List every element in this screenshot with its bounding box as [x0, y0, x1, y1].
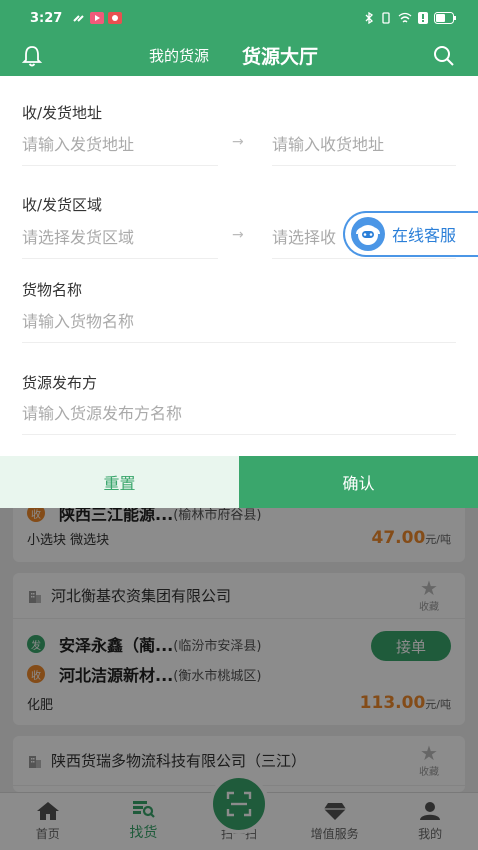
- arrow-icon: →: [232, 227, 244, 243]
- send-region-select[interactable]: 请选择发货区域: [22, 224, 218, 259]
- vibrate-icon: [382, 12, 390, 24]
- wifi-icon: [398, 12, 412, 23]
- link-icon: [73, 15, 85, 22]
- receive-address-input[interactable]: 请输入收货地址: [272, 131, 456, 166]
- bluetooth-icon: [365, 12, 374, 24]
- video-app-icon: [90, 12, 105, 24]
- customer-service-icon: [351, 217, 385, 251]
- filter-panel: 收/发货地址 请输入发货地址 → 请输入收货地址 收/发货区域 请选择发货区域 …: [0, 76, 478, 456]
- battery-icon: [434, 12, 456, 24]
- status-notification-icons: [72, 12, 123, 24]
- alert-icon: [418, 12, 428, 24]
- top-nav-bar: 我的货源 货源大厅: [0, 36, 478, 76]
- search-icon[interactable]: [432, 44, 456, 68]
- online-service-label: 在线客服: [392, 226, 457, 245]
- tab-cargo-hall[interactable]: 货源大厅: [242, 42, 318, 69]
- goods-name-input[interactable]: 请输入货物名称: [22, 308, 456, 343]
- status-bar: 3:27: [0, 0, 478, 36]
- address-label: 收/发货地址: [22, 104, 103, 122]
- music-app-icon: [108, 12, 123, 24]
- confirm-button[interactable]: 确认: [239, 456, 478, 508]
- arrow-icon: →: [232, 134, 244, 150]
- tab-my-cargo[interactable]: 我的货源: [149, 45, 209, 66]
- publisher-input[interactable]: 请输入货源发布方名称: [22, 400, 456, 435]
- bell-icon[interactable]: [20, 44, 44, 68]
- online-service-button[interactable]: 在线客服: [343, 211, 478, 257]
- goods-label: 货物名称: [22, 281, 83, 299]
- publisher-label: 货源发布方: [22, 374, 98, 392]
- region-label: 收/发货区域: [22, 196, 103, 214]
- status-system-icons: [364, 12, 456, 24]
- send-address-input[interactable]: 请输入发货地址: [22, 131, 218, 166]
- status-time: 3:27: [30, 10, 63, 26]
- reset-button[interactable]: 重置: [0, 456, 239, 508]
- filter-actions: 重置 确认: [0, 456, 478, 508]
